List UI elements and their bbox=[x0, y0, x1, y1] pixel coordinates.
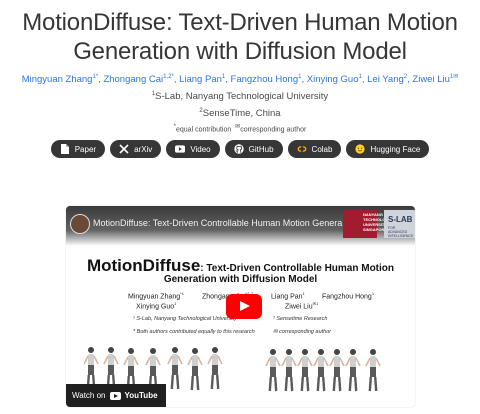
affiliation-1: 1S-Lab, Nanyang Technological University bbox=[0, 91, 480, 102]
motion-figure bbox=[280, 347, 298, 392]
arxiv-button[interactable]: arXiv bbox=[110, 140, 162, 158]
github-button-label: GitHub bbox=[248, 144, 274, 154]
author-sup: 1,2* bbox=[163, 74, 174, 80]
author-link[interactable]: Fangzhou Hong bbox=[231, 74, 299, 85]
video-author: Ziwei Liu✉1 bbox=[285, 301, 319, 311]
motion-figure bbox=[102, 345, 120, 391]
video-button[interactable]: Video bbox=[166, 140, 220, 158]
author-link[interactable]: Liang Pan bbox=[179, 74, 222, 85]
video-heading-big: MotionDiffuse bbox=[86, 256, 201, 275]
video-heading-line2: Generation with Diffusion Model bbox=[163, 274, 318, 285]
author-link[interactable]: Zhongang Cai bbox=[103, 74, 163, 85]
video-affiliation-2: ² Sensetime Research bbox=[273, 316, 328, 322]
pdf-icon bbox=[60, 144, 70, 154]
author-link[interactable]: Mingyuan Zhang bbox=[22, 74, 93, 85]
github-icon bbox=[233, 144, 244, 154]
equal-contribution-note: equal contribution bbox=[176, 126, 232, 134]
motion-figure bbox=[328, 347, 346, 392]
arxiv-icon bbox=[119, 144, 129, 154]
link-buttons: Paper arXiv Video GitHub Colab Hugging F… bbox=[0, 140, 480, 158]
video-author: Fangzhou Hong1 bbox=[322, 291, 375, 301]
video-author: Xinying Guo1 bbox=[136, 301, 177, 311]
arxiv-button-label: arXiv bbox=[134, 144, 153, 154]
title-line-2: Generation with Diffusion Model bbox=[73, 38, 407, 65]
video-note-corresponding: ✉ corresponding author bbox=[273, 329, 332, 335]
youtube-label: YouTube bbox=[124, 391, 158, 400]
author-link[interactable]: Ziwei Liu bbox=[412, 74, 450, 85]
affiliation-text: S-Lab, Nanyang Technological University bbox=[155, 91, 329, 103]
huggingface-icon bbox=[355, 144, 366, 154]
huggingface-button-label: Hugging Face bbox=[370, 144, 421, 154]
play-button[interactable] bbox=[226, 294, 262, 319]
contribution-notes: *equal contribution ✉corresponding autho… bbox=[0, 123, 480, 133]
colab-button[interactable]: Colab bbox=[287, 140, 342, 158]
video-player[interactable]: MotionDiffuse: Text-Driven Controllable … bbox=[66, 206, 415, 407]
video-title[interactable]: MotionDiffuse: Text-Driven Controllable … bbox=[93, 218, 363, 228]
motion-figure bbox=[364, 347, 382, 392]
slab-logo-subtext: FOR ADVANCED INTELLIGENCE bbox=[388, 226, 414, 238]
motion-figure bbox=[186, 346, 204, 392]
github-button[interactable]: GitHub bbox=[224, 140, 283, 158]
colab-icon bbox=[297, 144, 307, 154]
motion-figure bbox=[344, 347, 362, 392]
youtube-logo-icon bbox=[109, 391, 121, 400]
video-affiliation-1: ¹ S-Lab, Nanyang Technological Universit… bbox=[133, 316, 237, 322]
motion-figure bbox=[166, 345, 184, 391]
page-title: MotionDiffuse: Text-Driven Human Motion … bbox=[0, 8, 480, 66]
slab-logo-text: S-LAB bbox=[388, 215, 413, 224]
watch-on-label: Watch on bbox=[72, 391, 106, 400]
video-author: Mingyuan Zhang*1 bbox=[128, 291, 184, 301]
affiliation-text: SenseTime, China bbox=[202, 108, 281, 120]
channel-avatar[interactable] bbox=[70, 214, 90, 234]
affiliation-2: 2SenseTime, China bbox=[0, 108, 480, 119]
video-author: Liang Pan1 bbox=[271, 291, 305, 301]
motion-figure bbox=[264, 347, 282, 392]
author-list: Mingyuan Zhang1*, Zhongang Cai1,2*, Lian… bbox=[21, 74, 459, 86]
motion-figure bbox=[84, 345, 100, 391]
author-link[interactable]: Lei Yang bbox=[367, 74, 404, 85]
video-button-label: Video bbox=[190, 144, 211, 154]
author-link[interactable]: Xinying Guo bbox=[307, 74, 359, 85]
motion-figure bbox=[312, 347, 330, 392]
motion-figure bbox=[206, 345, 224, 391]
video-heading: MotionDiffuse: Text-Driven Controllable … bbox=[66, 256, 415, 276]
corresponding-author-note: corresponding author bbox=[240, 126, 307, 134]
motion-figure bbox=[296, 347, 314, 392]
video-note-equal: * Both authors contributed equally to th… bbox=[133, 329, 255, 335]
colab-button-label: Colab bbox=[311, 144, 333, 154]
watch-on-youtube-button[interactable]: Watch on YouTube bbox=[66, 384, 166, 407]
huggingface-button[interactable]: Hugging Face bbox=[346, 140, 430, 158]
paper-button-label: Paper bbox=[74, 144, 97, 154]
video-heading-rest: : Text-Driven Controllable Human Motion bbox=[200, 263, 395, 274]
author-sup: 1✉ bbox=[449, 74, 459, 80]
youtube-icon bbox=[175, 144, 186, 154]
paper-button[interactable]: Paper bbox=[50, 140, 106, 158]
title-line-1: MotionDiffuse: Text-Driven Human Motion bbox=[22, 9, 458, 36]
